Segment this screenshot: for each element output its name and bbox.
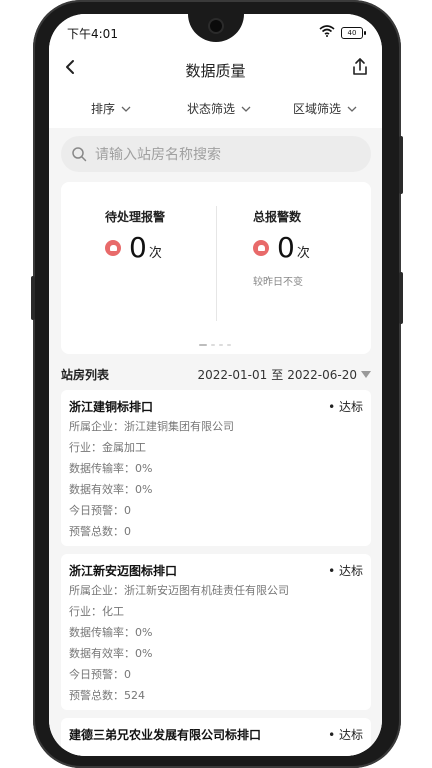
alarm-icon [105,240,121,256]
status-filter[interactable]: 状态筛选 [187,100,251,117]
power-button [399,136,403,194]
station-status: • 达标 [328,400,363,414]
station-total-warnings: 预警总数：0 [69,525,131,538]
station-today-warnings: 今日预警：0 [69,504,131,517]
share-icon[interactable] [348,54,372,80]
station-company: 所属企业：浙江建铜集团有限公司 [69,420,234,433]
page-title: 数据质量 [185,62,246,80]
carousel-indicator [199,344,231,346]
station-company: 所属企业：浙江新安迈图有机硅责任有限公司 [69,584,289,597]
volume-button [31,276,35,320]
pending-alarms-unit: 次 [148,245,162,261]
search-placeholder: 请输入站房名称搜索 [95,147,221,163]
status-filter-label: 状态筛选 [187,102,236,116]
wifi-icon [319,25,335,37]
side-button [399,272,403,324]
stats-divider [216,206,217,321]
alarm-stats-card[interactable]: 待处理报警 0 次 总报警数 0 次 较昨日不变 [61,182,371,354]
station-valid-rate: 数据有效率：0% [69,647,153,660]
station-today-warnings: 今日预警：0 [69,668,131,681]
alarm-icon [253,240,269,256]
station-status: • 达标 [328,728,363,742]
station-card[interactable]: 浙江建铜标排口 • 达标 所属企业：浙江建铜集团有限公司 行业：金属加工 数据传… [61,390,371,546]
total-alarms: 总报警数 0 次 较昨日不变 [253,208,382,288]
sort-filter-label: 排序 [91,102,116,116]
main-content: 请输入站房名称搜索 待处理报警 0 次 总报警数 0 次 较昨日不变 站房列表 … [49,128,382,756]
date-to: 2022-06-20 [287,367,357,382]
region-filter-label: 区域筛选 [293,102,342,116]
chevron-down-icon [241,106,251,112]
station-industry: 行业：化工 [69,605,124,618]
station-transfer-rate: 数据传输率：0% [69,626,153,639]
station-industry: 行业：金属加工 [69,441,146,454]
nav-header: 数据质量 [49,48,382,88]
date-from: 2022-01-01 [197,367,268,382]
pending-alarms-label: 待处理报警 [105,210,166,224]
station-valid-rate: 数据有效率：0% [69,483,153,496]
app-screen: 下午4:01 40 数据质量 排序 状态筛选 区域筛选 请输入站房名称搜索 待处… [49,14,382,756]
pending-alarms-value: 0 [129,231,147,264]
status-time: 下午4:01 [67,27,118,41]
station-transfer-rate: 数据传输率：0% [69,462,153,475]
camera-icon [210,20,222,32]
station-name: 浙江建铜标排口 [69,400,154,414]
sort-filter[interactable]: 排序 [91,100,131,117]
total-alarms-unit: 次 [296,245,310,261]
station-total-warnings: 预警总数：524 [69,689,145,702]
date-range-picker[interactable]: 2022-01-01 至 2022-06-20 [197,366,371,383]
pending-alarms: 待处理报警 0 次 [105,208,245,263]
battery-icon: 40 [341,27,366,39]
station-name: 建德三弟兄农业发展有限公司标排口 [69,728,262,742]
total-alarms-label: 总报警数 [253,210,302,224]
chevron-down-icon [121,106,131,112]
station-status: • 达标 [328,564,363,578]
station-card[interactable]: 建德三弟兄农业发展有限公司标排口 • 达标 [61,718,371,756]
station-list-title: 站房列表 [61,368,110,382]
total-alarms-value: 0 [277,231,295,264]
date-separator: 至 [271,368,284,382]
search-icon [72,147,87,162]
search-input[interactable]: 请输入站房名称搜索 [61,136,371,172]
station-card[interactable]: 浙江新安迈图标排口 • 达标 所属企业：浙江新安迈图有机硅责任有限公司 行业：化… [61,554,371,710]
total-alarms-note: 较昨日不变 [253,277,303,288]
dropdown-triangle-icon [361,371,371,378]
chevron-down-icon [347,106,357,112]
region-filter[interactable]: 区域筛选 [293,100,357,117]
filter-bar: 排序 状态筛选 区域筛选 [49,88,382,128]
station-name: 浙江新安迈图标排口 [69,564,178,578]
station-list-header: 站房列表 2022-01-01 至 2022-06-20 [61,364,371,384]
